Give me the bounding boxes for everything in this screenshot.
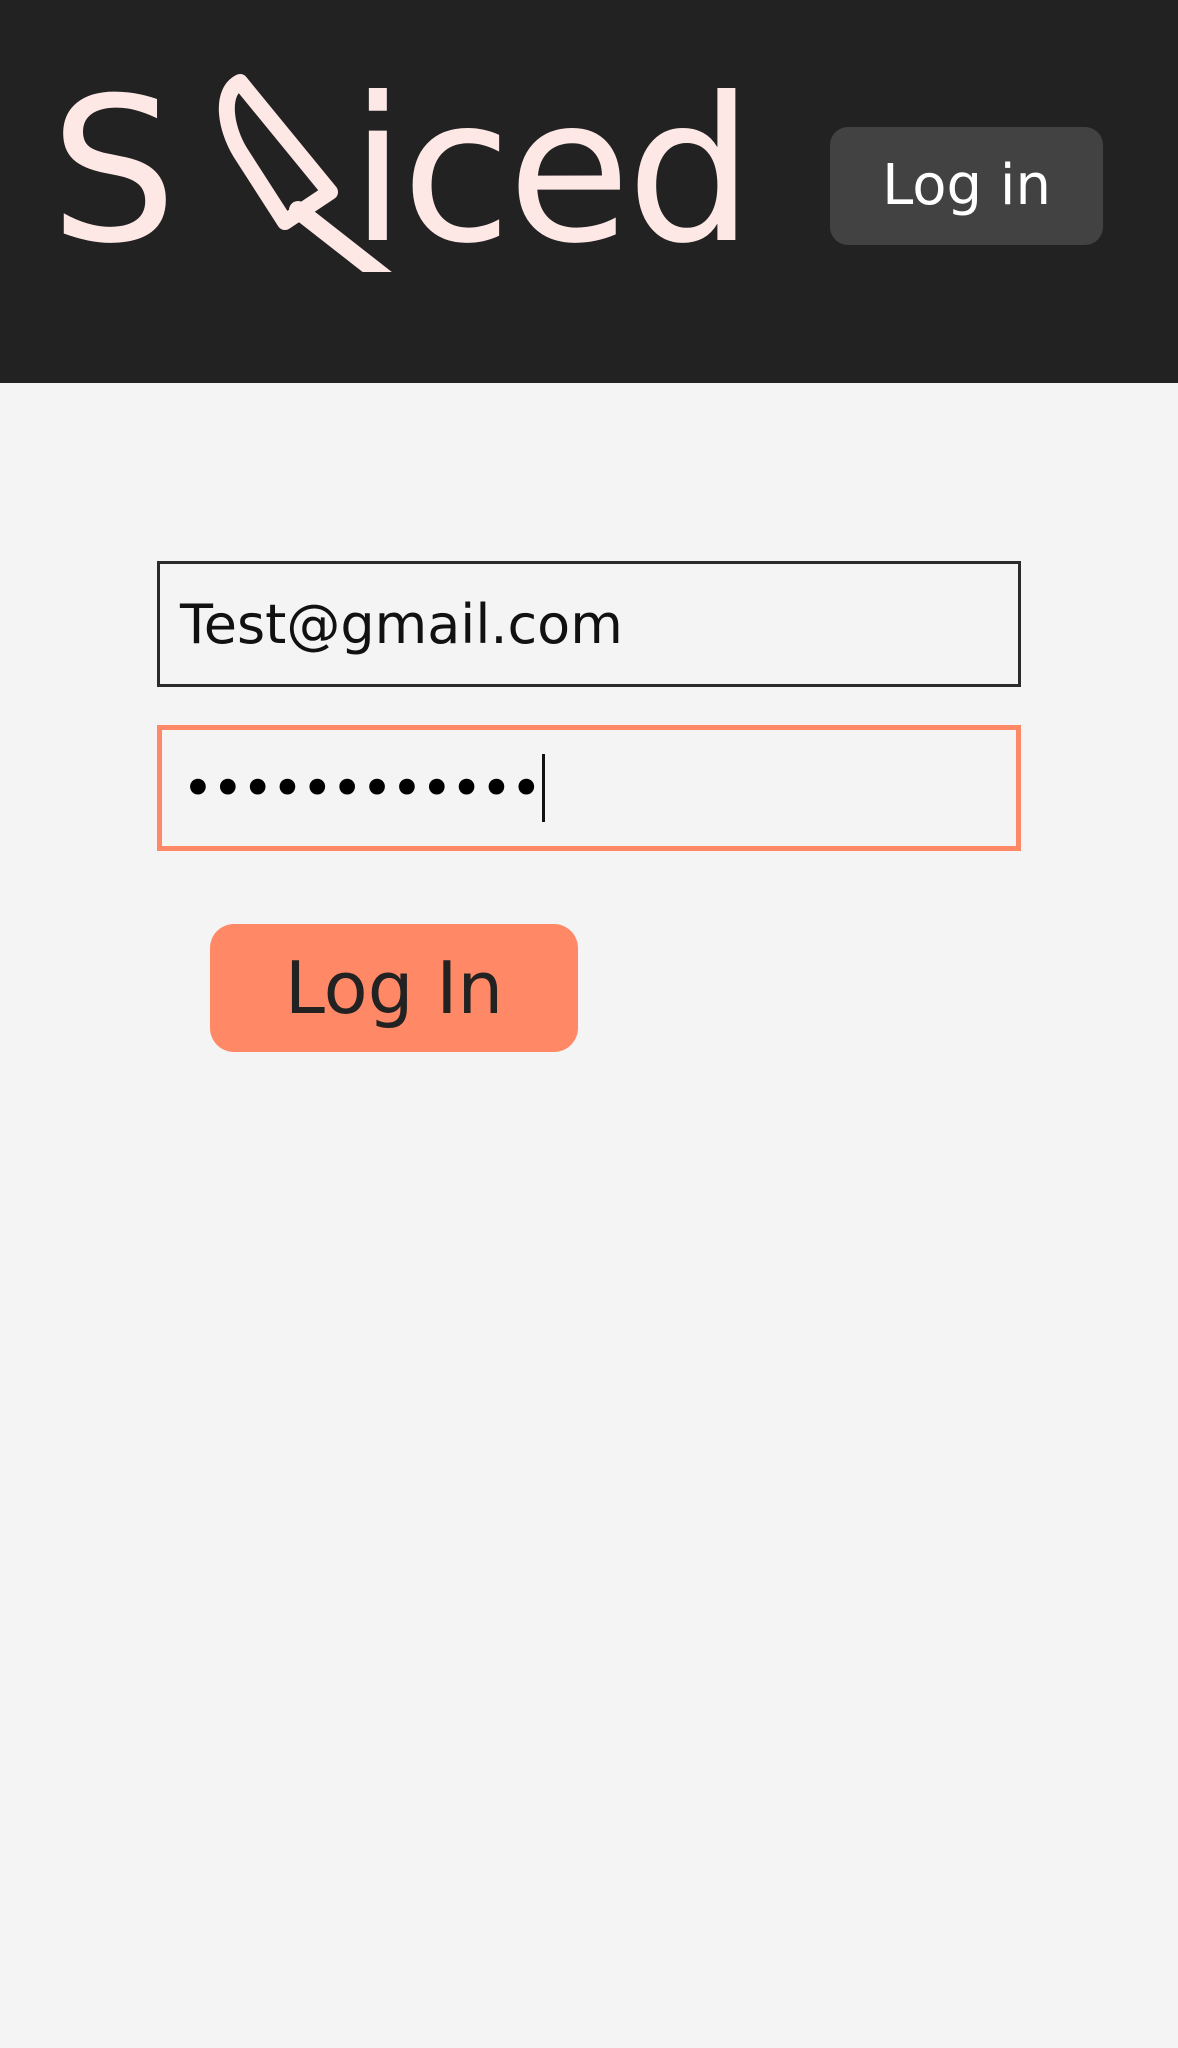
header-login-button[interactable]: Log in [830,127,1103,245]
email-value: Test@gmail.com [180,592,623,656]
login-submit-button[interactable]: Log In [210,924,578,1052]
text-caret [542,754,546,822]
password-field[interactable]: •••••••••••• [157,725,1021,851]
app-header: S iced Log in [0,0,1178,383]
email-field[interactable]: Test@gmail.com [157,561,1021,687]
password-value: •••••••••••• [182,756,542,820]
logo-letter-s: S [50,55,177,288]
logo-letters-iced: iced [350,55,754,288]
spliced-logo[interactable]: S iced [50,55,754,288]
